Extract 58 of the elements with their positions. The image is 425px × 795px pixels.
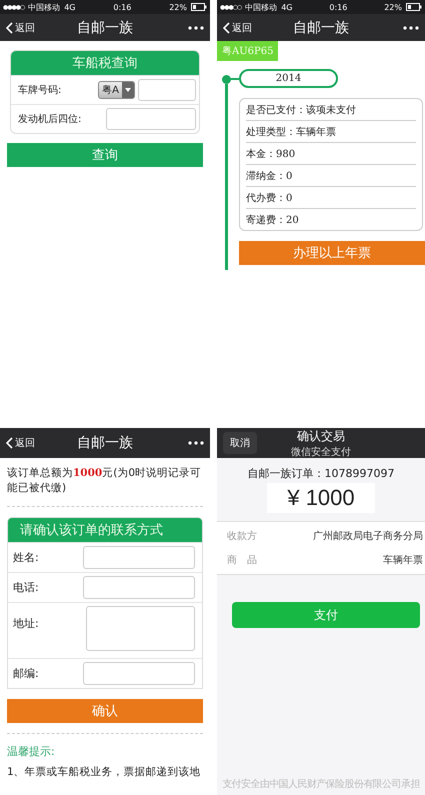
nav-title: 自邮一族	[77, 18, 133, 36]
footer-note: 支付安全由中国人民财产保险股份有限公司承担	[221, 778, 422, 792]
detail-value: 广州邮政局电子商务分局	[313, 530, 423, 543]
battery-icon	[406, 3, 422, 11]
carrier-label: 中国移动	[245, 2, 278, 12]
network-label: 4G	[64, 2, 76, 12]
field-label: 发动机后四位:	[18, 112, 82, 126]
order-total-note: 该订单总额为1000元(为0时说明记录可能已被代缴)	[7, 466, 202, 496]
detail-value: 车辆年票	[383, 554, 423, 567]
detail-label: 收款方	[227, 530, 257, 543]
address-field[interactable]	[86, 606, 195, 651]
chevron-left-icon	[6, 22, 13, 34]
field-label: 地址:	[13, 616, 40, 631]
tips-title: 温馨提示:	[7, 744, 56, 759]
detail-row: 处理类型：车辆年票	[246, 121, 416, 143]
field-label: 车牌号码:	[18, 84, 62, 97]
detail-row: 代办费：0	[246, 187, 416, 209]
chevron-left-icon	[6, 437, 13, 449]
status-time: 0:16	[329, 2, 348, 12]
chevron-left-icon	[223, 22, 230, 34]
nav-title: 自邮一族	[77, 434, 133, 452]
nav-subtitle: 微信安全支付	[291, 446, 351, 458]
province-select[interactable]: 粤A	[98, 81, 135, 99]
tip-text: 1、年票或车船税业务，票据邮递到该地	[7, 765, 202, 779]
status-time: 0:16	[113, 2, 132, 12]
battery-icon	[190, 3, 207, 11]
more-icon[interactable]	[403, 26, 419, 30]
detail-row-text: 寄递费：20	[246, 214, 300, 228]
battery-label: 22%	[384, 2, 402, 12]
more-icon[interactable]	[188, 441, 204, 445]
back-button[interactable]: 返回	[6, 20, 35, 34]
nav-title: 自邮一族	[293, 18, 349, 36]
back-button[interactable]: 返回	[223, 20, 252, 34]
year-pill: 2014	[239, 69, 338, 88]
order-number: 自邮一族订单：1078997097	[248, 466, 394, 481]
field-label: 邮编:	[13, 666, 40, 681]
back-button[interactable]: 返回	[6, 436, 35, 450]
detail-label: 商 品	[227, 554, 257, 567]
network-label: 4G	[281, 2, 292, 12]
detail-row: 本金：980	[246, 143, 416, 165]
input-field[interactable]	[106, 108, 196, 130]
field-label: 姓名:	[13, 550, 40, 565]
input-field[interactable]	[83, 546, 195, 569]
detail-row: 滞纳金：0	[246, 165, 416, 187]
detail-row: 是否已支付：该项未支付	[246, 99, 416, 121]
card-header: 请确认该订单的联系方式	[8, 518, 202, 542]
carrier-label: 中国移动	[28, 2, 60, 12]
payment-amount: ¥ 1000	[267, 483, 375, 513]
input-field[interactable]	[83, 576, 195, 599]
cancel-button[interactable]: 取消	[223, 432, 257, 454]
input-field[interactable]	[83, 662, 195, 685]
input-field[interactable]	[138, 79, 196, 101]
field-label: 电话:	[13, 580, 40, 595]
more-icon[interactable]	[188, 26, 204, 30]
card-header: 车船税查询	[11, 51, 199, 75]
nav-title: 确认交易	[297, 428, 345, 444]
battery-label: 22%	[169, 2, 187, 12]
plate-tag: 粤AU6P65	[217, 41, 278, 61]
